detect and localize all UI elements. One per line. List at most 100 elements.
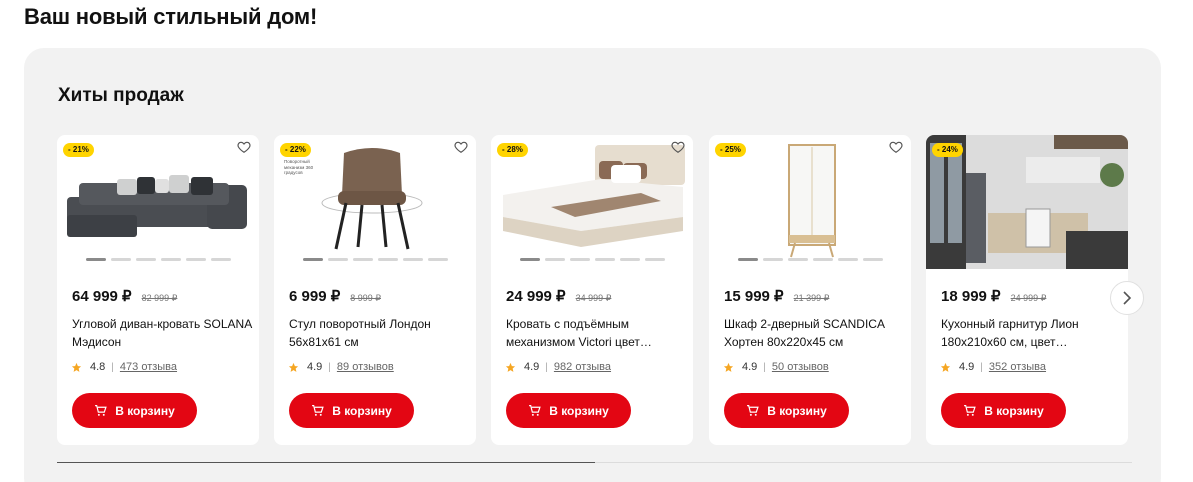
price-row: 24 999 ₽ 34 999 ₽ — [506, 287, 611, 305]
discount-badge: - 24% — [932, 143, 963, 157]
reviews-link[interactable]: 50 отзывов — [772, 361, 829, 373]
heart-icon[interactable] — [454, 140, 468, 154]
discount-badge: - 22% — [280, 143, 311, 157]
reviews-link[interactable]: 89 отзывов — [337, 361, 394, 373]
add-to-cart-label: В корзину — [115, 403, 175, 418]
pagination-dot[interactable] — [403, 258, 423, 261]
rating-separator: | — [980, 361, 983, 373]
pagination-dot[interactable] — [86, 258, 106, 261]
rating-row: 4.9 | 982 отзыва — [505, 361, 611, 373]
image-pagination — [520, 258, 665, 261]
pagination-dot[interactable] — [211, 258, 231, 261]
discount-badge: - 21% — [63, 143, 94, 157]
rating-separator: | — [111, 361, 114, 373]
current-price: 64 999 ₽ — [72, 288, 132, 305]
product-name[interactable]: Кровать с подъёмным механизмом Victori ц… — [506, 315, 686, 351]
product-card[interactable]: Поворотный механизм 360 градусов - 22% 6… — [274, 135, 476, 445]
carousel-scrollbar-thumb[interactable] — [57, 462, 595, 463]
rating-value: 4.8 — [90, 361, 106, 373]
star-icon — [288, 362, 299, 372]
pagination-dot[interactable] — [353, 258, 373, 261]
rating-separator: | — [328, 361, 331, 373]
pagination-dot[interactable] — [838, 258, 858, 261]
add-to-cart-button[interactable]: В корзину — [941, 393, 1066, 428]
pagination-dot[interactable] — [863, 258, 883, 261]
rating-separator: | — [545, 361, 548, 373]
image-pagination — [303, 258, 448, 261]
pagination-dot[interactable] — [428, 258, 448, 261]
current-price: 18 999 ₽ — [941, 288, 1001, 305]
current-price: 15 999 ₽ — [724, 288, 784, 305]
bestsellers-panel: Хиты продаж - 21% 64 999 ₽ 82 999 ₽ Угло… — [24, 48, 1161, 482]
rating-row: 4.9 | 89 отзывов — [288, 361, 394, 373]
product-card[interactable]: - 24% 18 999 ₽ 24 999 ₽ Кухонный гарниту… — [926, 135, 1128, 445]
product-name[interactable]: Стул поворотный Лондон 56х81х61 см — [289, 315, 469, 351]
discount-badge: - 25% — [715, 143, 746, 157]
pagination-dot[interactable] — [186, 258, 206, 261]
pagination-dot[interactable] — [645, 258, 665, 261]
pagination-dot[interactable] — [763, 258, 783, 261]
old-price: 34 999 ₽ — [575, 293, 612, 303]
add-to-cart-label: В корзину — [767, 403, 827, 418]
rating-row: 4.8 | 473 отзыва — [71, 361, 177, 373]
pagination-dot[interactable] — [520, 258, 540, 261]
pagination-dot[interactable] — [595, 258, 615, 261]
cart-icon — [95, 405, 107, 416]
add-to-cart-button[interactable]: В корзину — [506, 393, 631, 428]
star-icon — [505, 362, 516, 372]
old-price: 8 999 ₽ — [350, 293, 381, 303]
rating-value: 4.9 — [524, 361, 540, 373]
pagination-dot[interactable] — [788, 258, 808, 261]
heart-icon[interactable] — [671, 140, 685, 154]
pagination-dot[interactable] — [620, 258, 640, 261]
image-pagination — [738, 258, 883, 261]
pagination-dot[interactable] — [136, 258, 156, 261]
section-title: Хиты продаж — [58, 85, 184, 106]
product-name[interactable]: Угловой диван-кровать SOLANA Мэдисон — [72, 315, 252, 351]
pagination-dot[interactable] — [738, 258, 758, 261]
rating-row: 4.9 | 352 отзыва — [940, 361, 1046, 373]
add-to-cart-button[interactable]: В корзину — [724, 393, 849, 428]
old-price: 82 999 ₽ — [141, 293, 178, 303]
reviews-link[interactable]: 982 отзыва — [554, 361, 611, 373]
cart-icon — [312, 405, 324, 416]
pagination-dot[interactable] — [303, 258, 323, 261]
image-pagination — [86, 258, 231, 261]
pagination-dot[interactable] — [378, 258, 398, 261]
pagination-dot[interactable] — [813, 258, 833, 261]
product-card[interactable]: - 28% 24 999 ₽ 34 999 ₽ Кровать с подъём… — [491, 135, 693, 445]
rating-value: 4.9 — [742, 361, 758, 373]
reviews-link[interactable]: 473 отзыва — [120, 361, 177, 373]
product-card[interactable]: - 25% 15 999 ₽ 21 399 ₽ Шкаф 2-дверный S… — [709, 135, 911, 445]
add-to-cart-button[interactable]: В корзину — [289, 393, 414, 428]
add-to-cart-label: В корзину — [549, 403, 609, 418]
pagination-dot[interactable] — [545, 258, 565, 261]
image-caption: Поворотный механизм 360 градусов — [284, 159, 314, 175]
current-price: 24 999 ₽ — [506, 288, 566, 305]
add-to-cart-button[interactable]: В корзину — [72, 393, 197, 428]
pagination-dot[interactable] — [111, 258, 131, 261]
old-price: 21 399 ₽ — [793, 293, 830, 303]
pagination-dot[interactable] — [570, 258, 590, 261]
heart-icon[interactable] — [889, 140, 903, 154]
price-row: 64 999 ₽ 82 999 ₽ — [72, 287, 177, 305]
pagination-dot[interactable] — [328, 258, 348, 261]
current-price: 6 999 ₽ — [289, 288, 341, 305]
cart-icon — [529, 405, 541, 416]
heart-icon[interactable] — [237, 140, 251, 154]
page-title: Ваш новый стильный дом! — [24, 4, 318, 29]
add-to-cart-label: В корзину — [984, 403, 1044, 418]
carousel-next-button[interactable] — [1110, 281, 1144, 315]
carousel-scrollbar[interactable] — [57, 462, 1132, 463]
pagination-dot[interactable] — [161, 258, 181, 261]
reviews-link[interactable]: 352 отзыва — [989, 361, 1046, 373]
rating-row: 4.9 | 50 отзывов — [723, 361, 829, 373]
add-to-cart-label: В корзину — [332, 403, 392, 418]
product-name[interactable]: Шкаф 2-дверный SCANDICA Хортен 80х220х45… — [724, 315, 904, 351]
product-card[interactable]: - 21% 64 999 ₽ 82 999 ₽ Угловой диван-кр… — [57, 135, 259, 445]
discount-badge: - 28% — [497, 143, 528, 157]
rating-value: 4.9 — [307, 361, 323, 373]
price-row: 15 999 ₽ 21 399 ₽ — [724, 287, 829, 305]
cart-icon — [747, 405, 759, 416]
product-name[interactable]: Кухонный гарнитур Лион 180х210х60 см, цв… — [941, 315, 1121, 351]
